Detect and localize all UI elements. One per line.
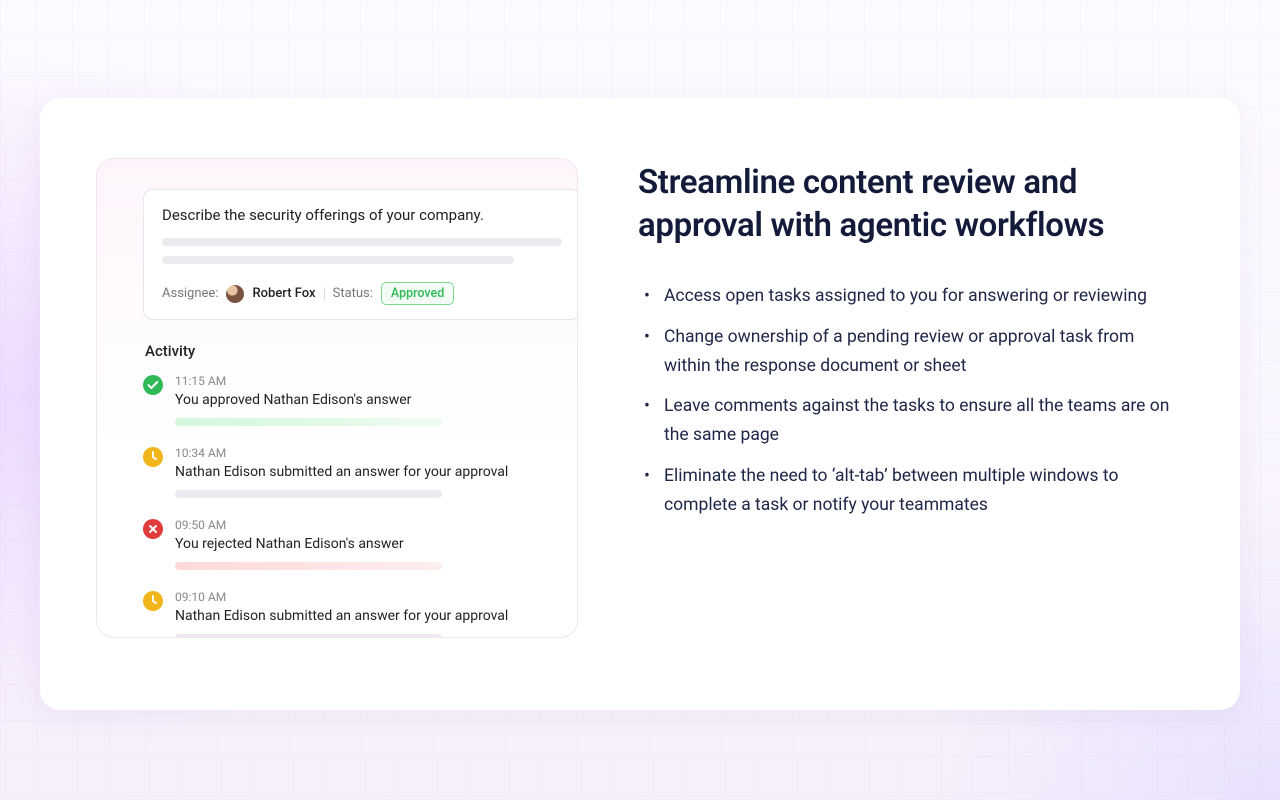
skeleton-line <box>162 256 514 264</box>
activity-time: 11:15 AM <box>175 374 557 388</box>
activity-body: 10:34 AM Nathan Edison submitted an answe… <box>175 446 557 498</box>
activity-heading: Activity <box>145 342 577 360</box>
bullet-item: Eliminate the need to ‘alt-tab’ between … <box>638 462 1174 520</box>
activity-item: 09:50 AM You rejected Nathan Edison's ans… <box>143 518 577 570</box>
task-preview-panel: Describe the security offerings of your … <box>96 158 578 638</box>
preview-column: Describe the security offerings of your … <box>96 158 578 670</box>
activity-body: 11:15 AM You approved Nathan Edison's ans… <box>175 374 557 426</box>
bullet-item: Change ownership of a pending review or … <box>638 323 1174 381</box>
status-label: Status: <box>333 286 373 301</box>
task-card: Describe the security offerings of your … <box>143 189 578 320</box>
activity-text: Nathan Edison submitted an answer for yo… <box>175 608 557 624</box>
activity-bar <box>175 634 442 638</box>
activity-time: 09:50 AM <box>175 518 557 532</box>
assignee-label: Assignee: <box>162 286 218 301</box>
activity-text: You rejected Nathan Edison's answer <box>175 536 557 552</box>
activity-item: 11:15 AM You approved Nathan Edison's ans… <box>143 374 577 426</box>
check-circle-icon <box>143 374 163 426</box>
activity-list: 11:15 AM You approved Nathan Edison's ans… <box>143 374 577 638</box>
activity-text: You approved Nathan Edison's answer <box>175 392 557 408</box>
skeleton-line <box>162 238 562 246</box>
x-circle-icon <box>143 518 163 570</box>
activity-bar <box>175 418 442 426</box>
activity-item: 09:10 AM Nathan Edison submitted an answe… <box>143 590 577 638</box>
feature-card: Describe the security offerings of your … <box>40 98 1240 710</box>
task-meta: Assignee: Robert Fox Status: Approved <box>162 282 562 305</box>
activity-bar <box>175 562 442 570</box>
activity-item: 10:34 AM Nathan Edison submitted an answe… <box>143 446 577 498</box>
assignee-name: Robert Fox <box>252 286 315 301</box>
headline: Streamline content review and approval w… <box>638 162 1174 248</box>
bullet-item: Access open tasks assigned to you for an… <box>638 282 1174 311</box>
task-prompt: Describe the security offerings of your … <box>162 206 562 224</box>
bullet-list: Access open tasks assigned to you for an… <box>638 282 1174 520</box>
status-badge: Approved <box>381 282 454 305</box>
divider <box>324 287 325 301</box>
activity-time: 09:10 AM <box>175 590 557 604</box>
bullet-item: Leave comments against the tasks to ensu… <box>638 392 1174 450</box>
avatar <box>226 285 244 303</box>
clock-icon <box>143 590 163 638</box>
activity-time: 10:34 AM <box>175 446 557 460</box>
activity-body: 09:50 AM You rejected Nathan Edison's ans… <box>175 518 557 570</box>
copy-column: Streamline content review and approval w… <box>638 158 1184 670</box>
clock-icon <box>143 446 163 498</box>
activity-bar <box>175 490 442 498</box>
activity-body: 09:10 AM Nathan Edison submitted an answe… <box>175 590 557 638</box>
activity-text: Nathan Edison submitted an answer for yo… <box>175 464 557 480</box>
